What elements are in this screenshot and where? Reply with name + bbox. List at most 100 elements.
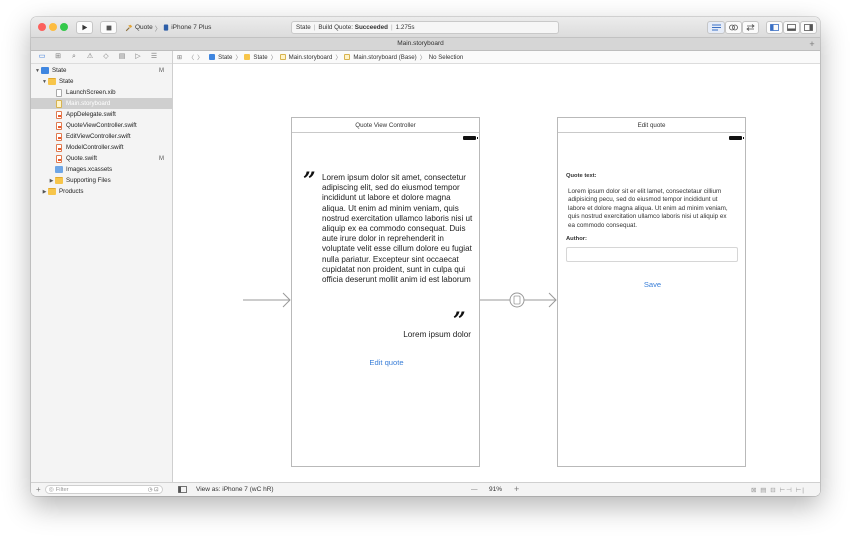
tree-row-quoteviewcontroller[interactable]: QuoteViewController.swift	[31, 120, 172, 131]
tree-row-launchscreen[interactable]: LaunchScreen.xib	[31, 87, 172, 98]
breadcrumb-group[interactable]: State	[253, 54, 267, 61]
storyboard-editor: ⊞ 〈 〉 State 〉 State 〉 Main.storyboard 〉 …	[173, 51, 820, 496]
related-items-icon[interactable]: ⊞	[177, 54, 182, 61]
standard-editor-button[interactable]	[707, 21, 725, 34]
close-quote-mark: ”	[453, 308, 466, 334]
folder-icon[interactable]: ▭	[37, 52, 47, 62]
minimize-window-button[interactable]	[49, 23, 57, 31]
quote-text-view[interactable]: Lorem ipsum dolor sit er elit lamet, con…	[568, 188, 734, 230]
report-icon[interactable]: ☰	[149, 52, 159, 62]
document-outline-icon[interactable]	[178, 486, 187, 493]
add-icon[interactable]: +	[36, 485, 41, 494]
scheme-selector[interactable]: Quote 〉 iPhone 7 Plus	[125, 21, 213, 34]
save-button[interactable]: Save	[558, 280, 747, 289]
swift-file-icon	[56, 143, 62, 152]
close-window-button[interactable]	[38, 23, 46, 31]
project-icon	[209, 54, 216, 60]
tree-row-group-state[interactable]: ▼ State	[31, 76, 172, 87]
storyboard-canvas[interactable]: Quote View Controller ” Lorem ipsum dolo…	[173, 64, 820, 482]
filter-input[interactable]: ◎ Filter ◷ ⊡	[44, 485, 163, 494]
scheme-target-label: Quote	[135, 24, 153, 31]
view-as-device-button[interactable]: View as: iPhone 7 (wC hR)	[196, 486, 274, 493]
source-control-icon[interactable]: ⊞	[53, 52, 63, 62]
storyboard-file-icon	[56, 99, 62, 108]
zoom-level: 91%	[489, 486, 503, 493]
disclosure-open-icon[interactable]: ▼	[34, 68, 41, 74]
tree-row-project[interactable]: ▼ State M	[31, 65, 172, 76]
toggle-debug-area-button[interactable]	[783, 21, 800, 34]
edit-quote-scene[interactable]: Edit quote Quote text: Lorem ipsum dolor…	[557, 117, 746, 467]
quote-text-label: Lorem ipsum dolor sit amet, consectetur …	[322, 173, 473, 285]
test-icon[interactable]: ◇	[101, 52, 111, 62]
quote-view-controller-scene[interactable]: Quote View Controller ” Lorem ipsum dolo…	[291, 117, 480, 467]
project-navigator: ▭ ⊞ ⌕ ⚠ ◇ ▤ ▷ ☰ ▼ State M ▼ State Launch…	[31, 51, 173, 496]
quote-text-caption: Quote text:	[566, 173, 597, 179]
run-button[interactable]	[76, 21, 93, 34]
battery-icon	[729, 136, 744, 140]
stop-icon	[106, 25, 111, 30]
author-text-field[interactable]	[566, 247, 738, 262]
assistant-editor-button[interactable]	[725, 21, 742, 34]
toggle-navigator-button[interactable]	[766, 21, 783, 34]
breadcrumb-localization[interactable]: Main.storyboard (Base)	[353, 54, 416, 61]
breadcrumb-project[interactable]: State	[218, 54, 232, 61]
tree-row-supporting-files[interactable]: ▶ Supporting Files	[31, 175, 172, 186]
forward-icon[interactable]: 〉	[197, 53, 203, 62]
play-icon	[82, 24, 88, 31]
version-editor-button[interactable]	[742, 21, 759, 34]
toolbar: Quote 〉 iPhone 7 Plus State | Build Quot…	[31, 17, 820, 38]
open-quote-mark: ”	[303, 168, 316, 194]
activity-status: State | Build Quote: Succeeded | 1.275s	[291, 21, 559, 34]
editor-bottom-bar: View as: iPhone 7 (wC hR) — 91% + ⊠ ▤ ⊟ …	[173, 482, 820, 496]
zoom-in-button[interactable]: +	[514, 484, 519, 494]
disclosure-open-icon[interactable]: ▼	[41, 79, 48, 85]
zoom-out-button[interactable]: —	[471, 486, 478, 493]
tree-row-appdelegate[interactable]: AppDelegate.swift	[31, 109, 172, 120]
status-time: 1.275s	[395, 24, 415, 31]
status-action: Build Quote:	[318, 24, 353, 31]
jump-bar: ⊞ 〈 〉 State 〉 State 〉 Main.storyboard 〉 …	[173, 51, 820, 64]
disclosure-closed-icon[interactable]: ▶	[41, 189, 48, 195]
tree-row-images-xcassets[interactable]: Images.xcassets	[31, 164, 172, 175]
disclosure-closed-icon[interactable]: ▶	[48, 178, 55, 184]
tree-row-products[interactable]: ▶ Products	[31, 186, 172, 197]
layout-tools-icon[interactable]: ⊠ ▤ ⊟ ⊢⊣ ⊢|	[751, 486, 805, 494]
edit-quote-button[interactable]: Edit quote	[292, 358, 481, 367]
tree-row-modelcontroller[interactable]: ModelController.swift	[31, 142, 172, 153]
segue-node[interactable]	[509, 292, 525, 308]
breakpoint-icon[interactable]: ▷	[133, 52, 143, 62]
project-icon	[41, 67, 49, 74]
status-divider: |	[391, 24, 393, 31]
tab-main-storyboard[interactable]: Main.storyboard	[31, 40, 810, 47]
xib-file-icon	[56, 88, 62, 97]
tree-item-label: Supporting Files	[66, 177, 111, 184]
tree-row-quote-swift[interactable]: Quote.swift M	[31, 153, 172, 164]
modified-badge: M	[159, 155, 164, 162]
toggle-utilities-button[interactable]	[800, 21, 817, 34]
tree-row-main-storyboard[interactable]: Main.storyboard	[31, 98, 172, 109]
scene-title: Quote View Controller	[292, 118, 479, 133]
storyboard-file-icon	[279, 54, 286, 60]
author-caption: Author:	[566, 236, 587, 242]
navigator-selector-bar: ▭ ⊞ ⌕ ⚠ ◇ ▤ ▷ ☰	[31, 51, 172, 64]
folder-icon	[244, 54, 251, 60]
search-icon[interactable]: ⌕	[69, 52, 79, 62]
stop-button[interactable]	[100, 21, 117, 34]
lines-icon	[711, 24, 721, 31]
new-tab-button[interactable]: +	[807, 39, 817, 49]
breadcrumb-file[interactable]: Main.storyboard	[289, 54, 333, 61]
back-icon[interactable]: 〈	[188, 53, 194, 62]
folder-icon	[55, 177, 63, 184]
status-project: State	[296, 24, 311, 31]
tree-item-label: ModelController.swift	[66, 144, 124, 151]
xcode-window: Quote 〉 iPhone 7 Plus State | Build Quot…	[31, 17, 820, 496]
breadcrumb-selection[interactable]: No Selection	[429, 54, 464, 61]
zoom-window-button[interactable]	[60, 23, 68, 31]
filter-icon: ◎	[48, 486, 54, 493]
recent-files-icon[interactable]: ◷ ⊡	[148, 487, 159, 493]
tree-row-editviewcontroller[interactable]: EditViewController.swift	[31, 131, 172, 142]
author-label: Lorem ipsum dolor	[403, 330, 471, 339]
folder-icon	[48, 188, 56, 195]
debug-icon[interactable]: ▤	[117, 52, 127, 62]
warning-icon[interactable]: ⚠	[85, 52, 95, 62]
